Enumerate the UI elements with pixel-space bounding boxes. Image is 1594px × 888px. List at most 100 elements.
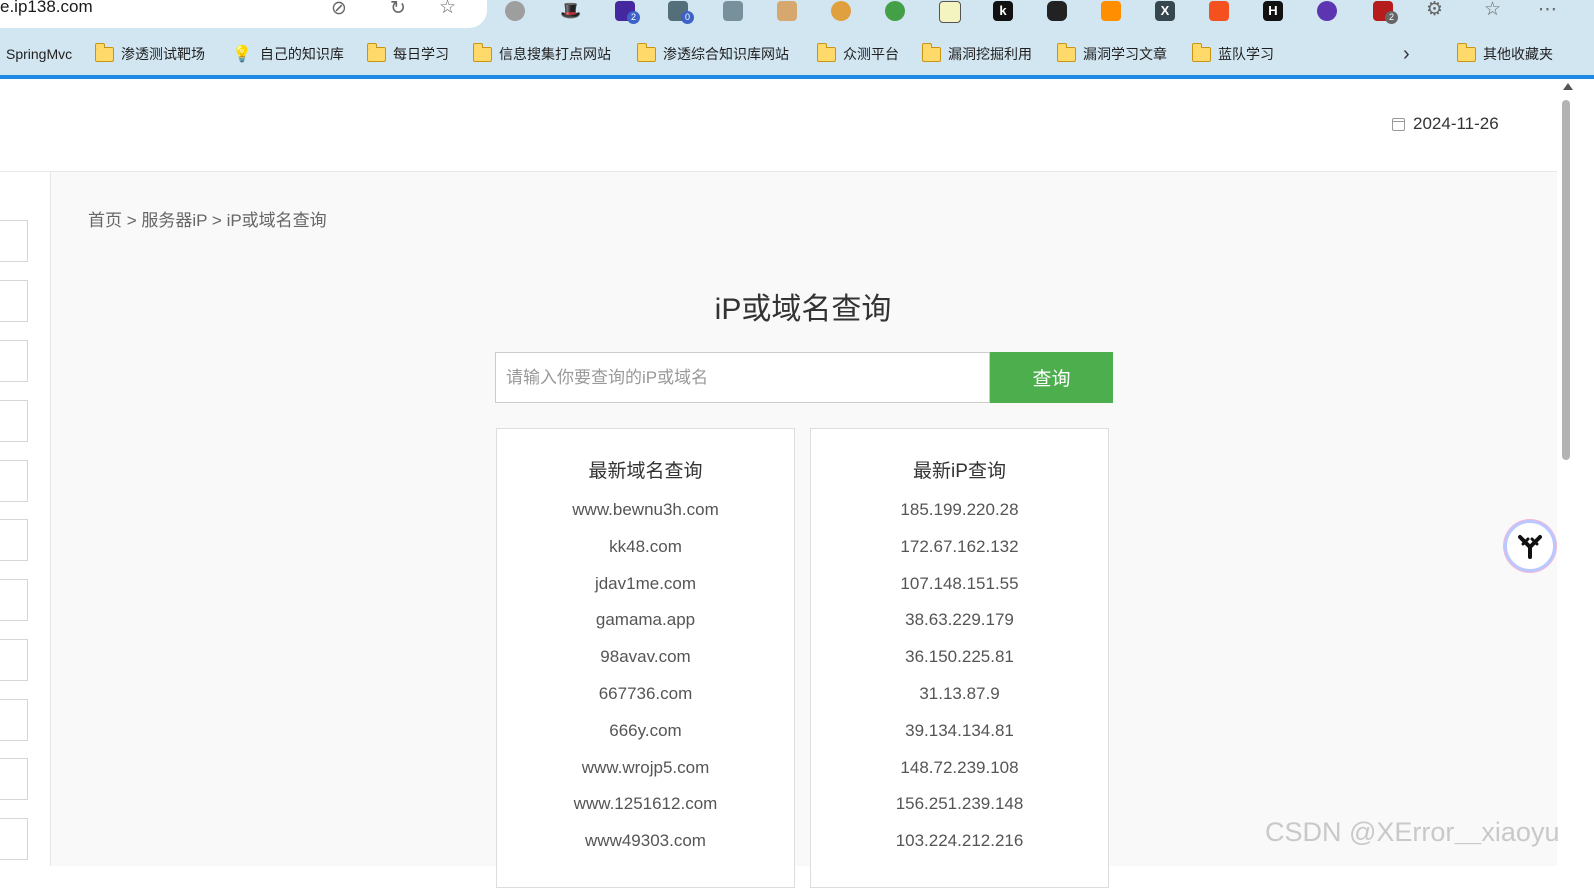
breadcrumb-home[interactable]: 首页	[88, 211, 122, 230]
latest-ips-panel: 最新iP查询 185.199.220.28 172.67.162.132 107…	[810, 428, 1109, 888]
sidebar-item[interactable]	[0, 579, 28, 621]
extension-badge: 0	[681, 11, 694, 24]
hammer-extension-icon[interactable]	[1101, 1, 1121, 21]
bookmark-vuln-articles[interactable]: 漏洞学习文章	[1056, 42, 1167, 65]
sidebar-item[interactable]	[0, 400, 28, 442]
puzzle-extension-icon[interactable]	[777, 1, 797, 21]
sidebar-item[interactable]	[0, 758, 28, 800]
ip-link[interactable]: 36.150.225.81	[811, 647, 1108, 684]
wappalyzer-extension-icon[interactable]	[939, 1, 961, 23]
bookmark-label: 其他收藏夹	[1483, 46, 1553, 62]
breadcrumb-section[interactable]: 服务器iP	[141, 211, 207, 230]
ip-link[interactable]: 172.67.162.132	[811, 537, 1108, 574]
mask-extension-icon[interactable]	[1047, 1, 1067, 21]
bookmark-daily-study[interactable]: 每日学习	[366, 42, 449, 65]
bookmark-pentest-range[interactable]: 渗透测试靶场	[94, 42, 205, 65]
domain-link[interactable]: 98avav.com	[497, 647, 794, 684]
record-extension-icon[interactable]	[505, 1, 525, 21]
site-header: 2024-11-26	[0, 79, 1580, 172]
left-sidebar	[0, 172, 51, 866]
bookmarks-bar: SpringMvc 渗透测试靶场 💡 自己的知识库 每日学习 信息搜集打点网站 …	[0, 31, 1594, 77]
domain-link[interactable]: www49303.com	[497, 831, 794, 868]
domain-link[interactable]: kk48.com	[497, 537, 794, 574]
bookmark-other[interactable]: 其他收藏夹	[1456, 42, 1553, 65]
sidebar-item[interactable]	[0, 280, 28, 322]
bookmark-springmvc[interactable]: SpringMvc	[6, 43, 72, 65]
sidebar-item[interactable]	[0, 220, 28, 262]
ip-link[interactable]: 148.72.239.108	[811, 758, 1108, 795]
panel-title: 最新iP查询	[913, 461, 1006, 482]
bookmark-crowdtest[interactable]: 众测平台	[816, 42, 899, 65]
more-menu-icon[interactable]: ⋯	[1538, 0, 1557, 19]
domain-link[interactable]: jdav1me.com	[497, 574, 794, 611]
bookmark-label: 蓝队学习	[1218, 46, 1274, 62]
sidebar-item[interactable]	[0, 340, 28, 382]
date-text: 2024-11-26	[1413, 114, 1499, 133]
folder-icon	[1456, 42, 1476, 62]
domain-link[interactable]: 667736.com	[497, 684, 794, 721]
extension-badge: 2	[627, 11, 640, 24]
folder-icon	[472, 42, 492, 62]
folder-icon	[1191, 42, 1211, 62]
copy-extension-icon[interactable]	[723, 1, 743, 21]
bookmark-pentest-knowledge[interactable]: 渗透综合知识库网站	[636, 42, 789, 65]
sidebar-item[interactable]	[0, 818, 28, 860]
ip-link[interactable]: 107.148.151.55	[811, 574, 1108, 611]
ip-link[interactable]: 31.13.87.9	[811, 684, 1108, 721]
breadcrumb-separator: >	[122, 211, 142, 230]
ip-link[interactable]: 39.134.134.81	[811, 721, 1108, 758]
ip-link[interactable]: 156.251.239.148	[811, 794, 1108, 831]
bookmark-blue-team[interactable]: 蓝队学习	[1191, 42, 1274, 65]
calendar-icon	[1392, 117, 1405, 131]
sidebar-item[interactable]	[0, 699, 28, 741]
swirl-extension-icon[interactable]	[1317, 1, 1337, 21]
bookmark-label: 渗透测试靶场	[121, 46, 205, 62]
search-button[interactable]: 查询	[990, 352, 1113, 403]
domain-link[interactable]: 666y.com	[497, 721, 794, 758]
bookmark-label: 自己的知识库	[259, 46, 344, 62]
panel-title: 最新域名查询	[588, 461, 703, 482]
sidebar-item[interactable]	[0, 639, 28, 681]
json-extension-icon[interactable]	[885, 1, 905, 21]
bookmark-label: 漏洞挖掘利用	[948, 46, 1032, 62]
extensions-puzzle-icon[interactable]: ⚙	[1426, 0, 1443, 19]
refresh-icon[interactable]: ↻	[390, 0, 406, 18]
assistant-logo-icon	[1518, 535, 1542, 559]
favorites-list-icon[interactable]: ☆	[1484, 0, 1501, 19]
domain-link[interactable]: www.bewnu3h.com	[497, 500, 794, 537]
hat-extension-icon[interactable]: 🎩	[560, 1, 581, 21]
domain-link[interactable]: www.1251612.com	[497, 794, 794, 831]
floating-assistant-button[interactable]	[1504, 520, 1556, 572]
address-bar[interactable]: e.ip138.com ⊘ ↻ ☆	[0, 0, 487, 28]
k-extension-icon[interactable]: k	[993, 1, 1013, 21]
browser-toolbar: e.ip138.com ⊘ ↻ ☆ 🎩 2 0 k X H 2 ⚙ ☆ ⋯	[0, 0, 1594, 31]
bookmark-vuln-exploit[interactable]: 漏洞挖掘利用	[921, 42, 1032, 65]
x-extension-icon[interactable]: X	[1155, 1, 1175, 21]
bookmark-knowledge-base[interactable]: 💡 自己的知识库	[232, 43, 344, 65]
ip-link[interactable]: 38.63.229.179	[811, 610, 1108, 647]
sidebar-item[interactable]	[0, 460, 28, 502]
csdn-watermark: CSDN @XError＿xiaoyu	[1265, 817, 1560, 847]
bookmark-label: 众测平台	[843, 46, 899, 62]
favorite-star-icon[interactable]: ☆	[439, 0, 456, 17]
scroll-up-arrow-icon[interactable]	[1563, 83, 1573, 90]
ip-link[interactable]: 185.199.220.28	[811, 500, 1108, 537]
scrollbar-thumb[interactable]	[1562, 100, 1570, 460]
chevron-right-icon[interactable]: ›	[1403, 43, 1410, 65]
h-extension-icon[interactable]: H	[1263, 1, 1283, 21]
latest-domains-panel: 最新域名查询 www.bewnu3h.com kk48.com jdav1me.…	[496, 428, 795, 888]
domain-link[interactable]: gamama.app	[497, 610, 794, 647]
bulb-icon: 💡	[232, 46, 252, 63]
domain-link[interactable]: www.wrojp5.com	[497, 758, 794, 795]
address-bar-url[interactable]: e.ip138.com	[0, 0, 93, 16]
search-input[interactable]	[495, 352, 990, 403]
tracking-icon[interactable]: ⊘	[331, 0, 347, 18]
brackets-extension-icon[interactable]	[1209, 1, 1229, 21]
page-title: iP或域名查询	[714, 293, 892, 326]
ip-link[interactable]: 103.224.212.216	[811, 831, 1108, 868]
cookie-extension-icon[interactable]	[831, 1, 851, 21]
folder-icon	[921, 42, 941, 62]
sidebar-item[interactable]	[0, 519, 28, 561]
bookmark-info-gathering[interactable]: 信息搜集打点网站	[472, 42, 611, 65]
domain-list: www.bewnu3h.com kk48.com jdav1me.com gam…	[497, 500, 794, 868]
